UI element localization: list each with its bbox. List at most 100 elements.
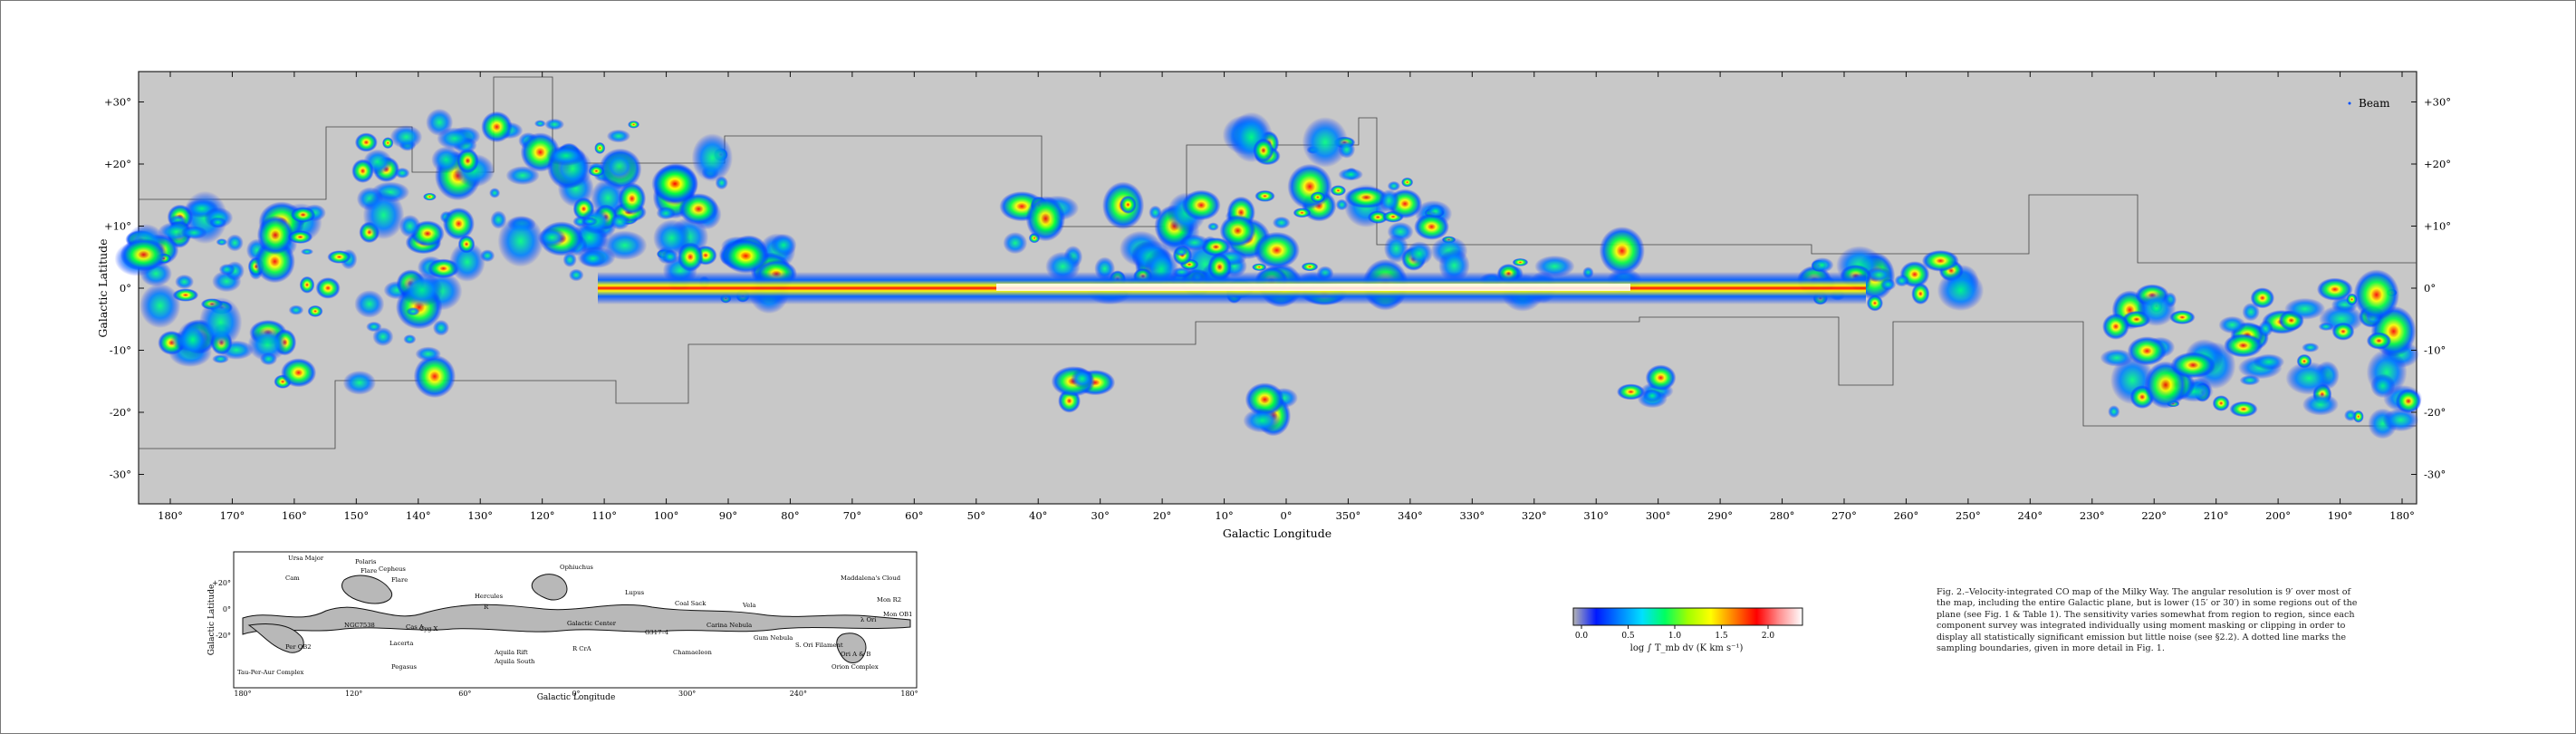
- inset-region-label: Chamaeleon: [673, 649, 712, 656]
- inset-region-label: Cepheus: [379, 565, 406, 573]
- lon-tick-label: 240°: [2017, 509, 2043, 522]
- inset-region-label: Orion Complex: [831, 663, 879, 671]
- lat-tick-label-right: -10°: [2424, 344, 2446, 357]
- colorbar-tick-label: 1.5: [1715, 632, 1728, 641]
- co-emission-cloud: [288, 304, 304, 315]
- lon-tick-label: 340°: [1398, 509, 1423, 522]
- co-emission-cloud: [546, 145, 586, 167]
- co-emission-cloud: [400, 273, 444, 307]
- lon-tick-label: 90°: [719, 509, 737, 522]
- co-emission-cloud: [544, 118, 565, 130]
- inset-region-label: Pegasus: [391, 663, 418, 671]
- co-emission-cloud: [281, 358, 317, 388]
- co-emission-cloud: [489, 188, 501, 198]
- inset-region-label: Per OB2: [285, 643, 312, 651]
- co-emission-cloud: [1811, 257, 1834, 273]
- lon-tick-label: 30°: [1091, 509, 1109, 522]
- co-emission-cloud: [2370, 373, 2396, 399]
- co-emission-cloud: [1243, 408, 1281, 433]
- lon-tick-label: 310°: [1583, 509, 1609, 522]
- co-emission-cloud: [1219, 214, 1256, 247]
- inset-region-label: Ophiuchus: [560, 564, 593, 571]
- beam-marker: [2348, 101, 2351, 105]
- co-emission-cloud: [603, 151, 636, 182]
- main-map: Beam +30° +20° +10° 0° -10° -20° -30° +30° +20°…: [96, 71, 2451, 540]
- inset-lon-tick-label: 180°: [900, 690, 918, 698]
- co-emission-cloud: [1617, 383, 1646, 401]
- lat-tick-label-right: -20°: [2424, 406, 2446, 419]
- co-emission-cloud: [1287, 163, 1332, 209]
- co-emission-cloud: [212, 354, 229, 364]
- lat-tick-label-left: 0°: [120, 282, 131, 295]
- co-emission-cloud: [351, 159, 374, 183]
- colorbar-tick-label: 0.5: [1621, 632, 1635, 641]
- co-emission-cloud: [651, 164, 698, 204]
- co-emission-cloud: [1937, 269, 1985, 312]
- lon-tick-label: 110°: [591, 509, 617, 522]
- inset-region-label: Aquila Rift: [494, 649, 528, 656]
- co-emission-cloud: [342, 370, 377, 395]
- co-emission-cloud: [290, 207, 316, 223]
- co-emission-cloud: [177, 320, 209, 359]
- inset-region-label: Aquila South: [494, 658, 535, 665]
- co-emission-cloud: [389, 125, 423, 150]
- co-emission-cloud: [354, 132, 378, 152]
- lat-tick-label-left: -20°: [110, 406, 131, 419]
- lat-tick-label-right: +10°: [2424, 220, 2451, 233]
- inset-region-label: R: [484, 604, 489, 611]
- lon-tick-label: 50°: [967, 509, 985, 522]
- co-emission-cloud: [2302, 393, 2339, 416]
- co-emission-cloud: [1310, 191, 1326, 203]
- co-emission-cloud: [610, 213, 630, 230]
- co-emission-cloud: [394, 167, 410, 179]
- lat-tick-label-right: +30°: [2424, 96, 2451, 109]
- co-emission-cloud: [1181, 189, 1221, 221]
- inset-region-label: R CrA: [572, 645, 591, 652]
- co-emission-cloud: [301, 248, 314, 256]
- co-emission-cloud: [372, 327, 394, 347]
- lon-tick-label: 120°: [530, 509, 555, 522]
- co-emission-cloud: [481, 111, 513, 143]
- co-emission-cloud: [1179, 234, 1210, 251]
- co-emission-cloud: [618, 182, 647, 216]
- inset-region-label: Flare: [360, 567, 377, 575]
- co-emission-cloud: [582, 217, 599, 226]
- inset-region-label: Mon R2: [877, 596, 901, 604]
- co-emission-cloud: [1911, 283, 1930, 305]
- co-emission-cloud: [537, 227, 567, 247]
- co-emission-cloud: [354, 290, 385, 318]
- co-emission-cloud: [533, 120, 546, 128]
- co-emission-cloud: [2353, 269, 2399, 321]
- lat-tick-label-right: -30°: [2424, 468, 2446, 481]
- main-x-axis-label: Galactic Longitude: [1223, 526, 1331, 540]
- inset-region-label: S. Ori Filament: [795, 642, 843, 649]
- figure-caption: Fig. 2.–Velocity-integrated CO map of th…: [1937, 587, 2358, 654]
- co-emission-cloud: [1866, 295, 1884, 312]
- lon-tick-label: 140°: [406, 509, 431, 522]
- co-emission-cloud: [1293, 208, 1312, 218]
- lat-tick-label-right: +20°: [2424, 158, 2451, 170]
- co-emission-cloud: [1379, 189, 1399, 213]
- lon-tick-label: 100°: [654, 509, 679, 522]
- lon-tick-label: 40°: [1029, 509, 1047, 522]
- colorbar-tick-label: 2.0: [1762, 632, 1775, 641]
- co-emission-cloud: [1338, 140, 1356, 159]
- co-emission-cloud: [1879, 278, 1897, 291]
- co-emission-cloud: [216, 238, 228, 246]
- co-emission-cloud: [1414, 213, 1450, 240]
- co-emission-cloud: [1406, 241, 1433, 266]
- co-emission-cloud: [691, 133, 734, 182]
- inset-region-label: λ Ori: [860, 616, 877, 623]
- co-emission-cloud: [1272, 216, 1291, 229]
- lon-tick-label: 150°: [343, 509, 369, 522]
- co-emission-cloud: [2137, 291, 2177, 326]
- co-emission-cloud: [2212, 395, 2230, 411]
- lon-tick-label: 260°: [1894, 509, 1919, 522]
- colorbar-tick-label: 0.0: [1575, 632, 1589, 641]
- co-emission-cloud: [1426, 204, 1446, 218]
- lon-tick-label: 330°: [1459, 509, 1485, 522]
- co-emission-cloud: [406, 306, 420, 316]
- inset-region-label: G317–4: [645, 629, 668, 636]
- inset-region-label: Cyg X: [419, 625, 438, 633]
- lon-tick-label: 280°: [1770, 509, 1795, 522]
